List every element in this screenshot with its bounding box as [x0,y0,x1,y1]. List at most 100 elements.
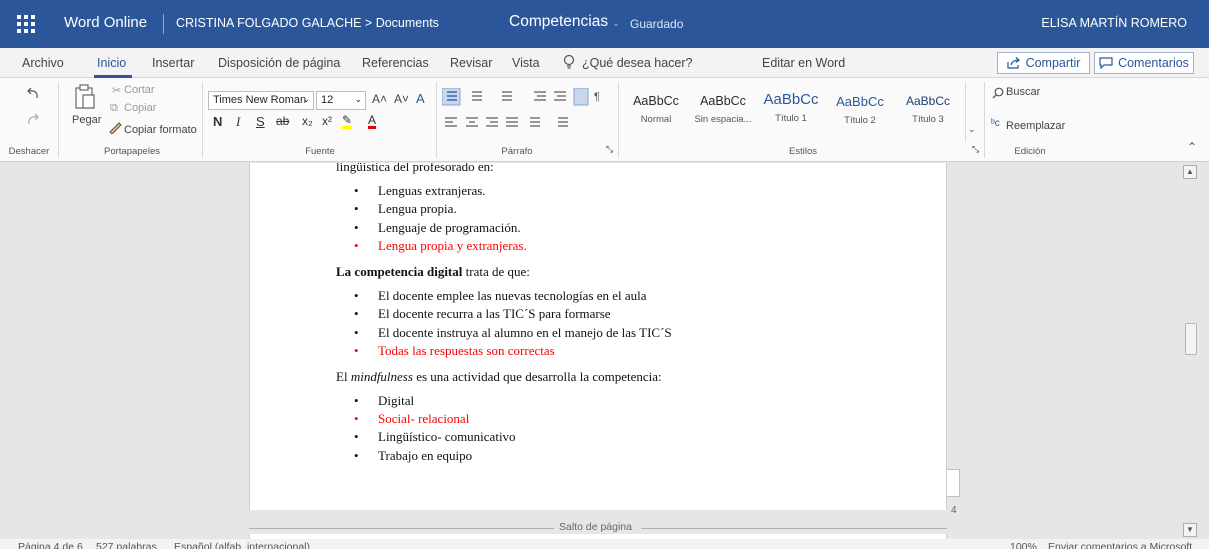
user-name[interactable]: ELISA MARTÍN ROMERO [1041,16,1187,30]
question-2: La competencia digital trata de que: [336,263,896,281]
tab-referencias[interactable]: Referencias [362,56,429,70]
word-count[interactable]: 527 palabras [96,541,157,549]
tab-inicio[interactable]: Inicio [97,56,126,70]
tell-me-box[interactable]: ¿Qué desea hacer? [582,56,693,70]
collapse-ribbon-icon[interactable]: ⌃ [1187,140,1197,154]
list-item: Lenguas extranjeras. [336,182,896,200]
language[interactable]: Español (alfab. internacional) [174,541,310,549]
scroll-up-icon[interactable]: ▲ [1183,165,1197,179]
tab-vista[interactable]: Vista [512,56,540,70]
group-separator [618,82,619,158]
replace-icon[interactable]: ᵇc [991,118,1000,129]
paste-icon[interactable] [74,84,96,110]
scroll-down-icon[interactable]: ▼ [1183,523,1197,537]
list-item: Lengua propia. [336,200,896,218]
subscript-icon[interactable]: x₂ [302,114,313,128]
list-item: Lenguaje de programación. [336,219,896,237]
style-name: Título 3 [912,114,944,125]
title-bar: Word Online CRISTINA FOLGADO GALACHE > D… [0,0,1209,48]
save-status: Guardado [630,17,684,31]
style-name: Sin espacia... [694,114,752,125]
highlight-icon[interactable]: ✎ [342,114,353,129]
bold-icon[interactable]: N [213,114,222,129]
strikethrough-icon[interactable]: ab [276,114,289,128]
document-body[interactable]: lingüística del profesorado en: Lenguas … [336,163,896,473]
underline-icon[interactable]: S [256,114,265,129]
clear-format-icon[interactable]: A [416,91,425,106]
paragraph-tools-icon[interactable]: ¶ [442,88,612,136]
font-family-select[interactable]: Times New Roman ⌄ [208,91,314,110]
font-color-icon[interactable]: A [368,114,377,129]
comment-icon [1099,57,1113,69]
title-separator [163,14,164,34]
page-break-line [249,528,554,529]
style-heading-3[interactable]: AaBbCc Título 3 [895,94,961,125]
italic-icon[interactable]: I [236,114,240,130]
replace-button[interactable]: Reemplazar [1006,120,1065,132]
format-painter-button[interactable]: Copiar formato [124,124,197,136]
format-painter-icon[interactable] [108,122,122,134]
page-break: Salto de página [249,521,947,535]
undo-icon[interactable] [26,86,40,100]
undo-group-label: Deshacer [8,146,50,157]
style-heading-2[interactable]: AaBbCc Título 2 [827,94,893,126]
cut-icon[interactable]: ✂ [112,84,121,97]
styles-dialog-icon[interactable]: ⤡ [972,144,979,155]
question-2-rest: trata de que: [462,263,530,279]
styles-group-label: Estilos [789,146,817,157]
page-count[interactable]: Página 4 de 6 [18,541,83,549]
style-sample: AaBbCc [905,94,951,108]
font-size-select[interactable]: 12 ⌄ [316,91,366,110]
list-item: El docente instruya al alumno en el mane… [336,324,896,342]
document-title[interactable]: Competencias [509,13,608,31]
copy-button[interactable]: Copiar [124,102,156,114]
list-item-correct: Todas las respuestas son correctas [336,342,896,360]
style-normal[interactable]: AaBbCc Normal [623,94,689,125]
app-name[interactable]: Word Online [64,14,147,31]
page-break-line [641,528,947,529]
question-3: El mindfulness es una actividad que desa… [336,368,896,386]
style-name: Título 1 [775,113,807,124]
tab-disposicion[interactable]: Disposición de página [218,56,340,70]
search-icon[interactable] [992,87,1004,99]
superscript-icon[interactable]: x² [322,114,332,128]
vertical-scrollbar[interactable]: ▲ ▼ [1183,163,1199,539]
group-separator [58,82,59,158]
styles-gallery-scroll[interactable]: ⌄ [965,82,977,142]
chevron-down-icon: ⌄ [302,94,310,104]
tab-archivo[interactable]: Archivo [22,56,64,70]
group-separator [202,82,203,158]
page-break-label: Salto de página [559,521,632,533]
style-heading-1[interactable]: AaBbCc Título 1 [758,91,824,124]
list-item-correct: Lengua propia y extranjeras. [336,237,896,255]
question-3-rest: es una actividad que desarrolla la compe… [412,368,662,384]
shrink-font-icon[interactable]: A˅ [394,92,409,106]
tab-insertar[interactable]: Insertar [152,56,194,70]
style-no-spacing[interactable]: AaBbCc Sin espacia... [690,94,756,125]
find-button[interactable]: Buscar [1006,86,1040,98]
answer-list-1: Lenguas extranjeras. Lengua propia. Leng… [336,182,896,255]
comments-button[interactable]: Comentarios [1094,52,1194,74]
font-family-value: Times New Roman [213,94,307,106]
grow-font-icon[interactable]: A˄ [372,92,387,106]
document-page[interactable]: lingüística del profesorado en: Lenguas … [249,163,947,510]
scrollbar-thumb[interactable] [1185,323,1197,355]
list-item: Trabajo en equipo [336,447,896,465]
list-item: El docente recurra a las TIC´S para form… [336,305,896,323]
paragraph-dialog-icon[interactable]: ⤡ [606,144,613,155]
editing-group-label: Edición [1014,146,1046,157]
app-launcher-icon[interactable] [14,12,38,36]
copy-icon[interactable]: ⧉ [110,102,118,115]
status-bar: Página 4 de 6 527 palabras Español (alfa… [0,539,1209,549]
paste-label[interactable]: Pegar [72,114,101,126]
edit-in-word-link[interactable]: Editar en Word [762,56,845,70]
group-separator [436,82,437,158]
redo-icon[interactable] [26,112,40,126]
feedback-link[interactable]: Enviar comentarios a Microsoft [1048,541,1192,549]
cut-button[interactable]: Cortar [124,84,155,96]
tab-revisar[interactable]: Revisar [450,56,492,70]
share-button[interactable]: Compartir [997,52,1090,74]
zoom-level[interactable]: 100% [1010,541,1037,549]
breadcrumb[interactable]: CRISTINA FOLGADO GALACHE > Documents [176,16,439,30]
group-separator [984,82,985,158]
